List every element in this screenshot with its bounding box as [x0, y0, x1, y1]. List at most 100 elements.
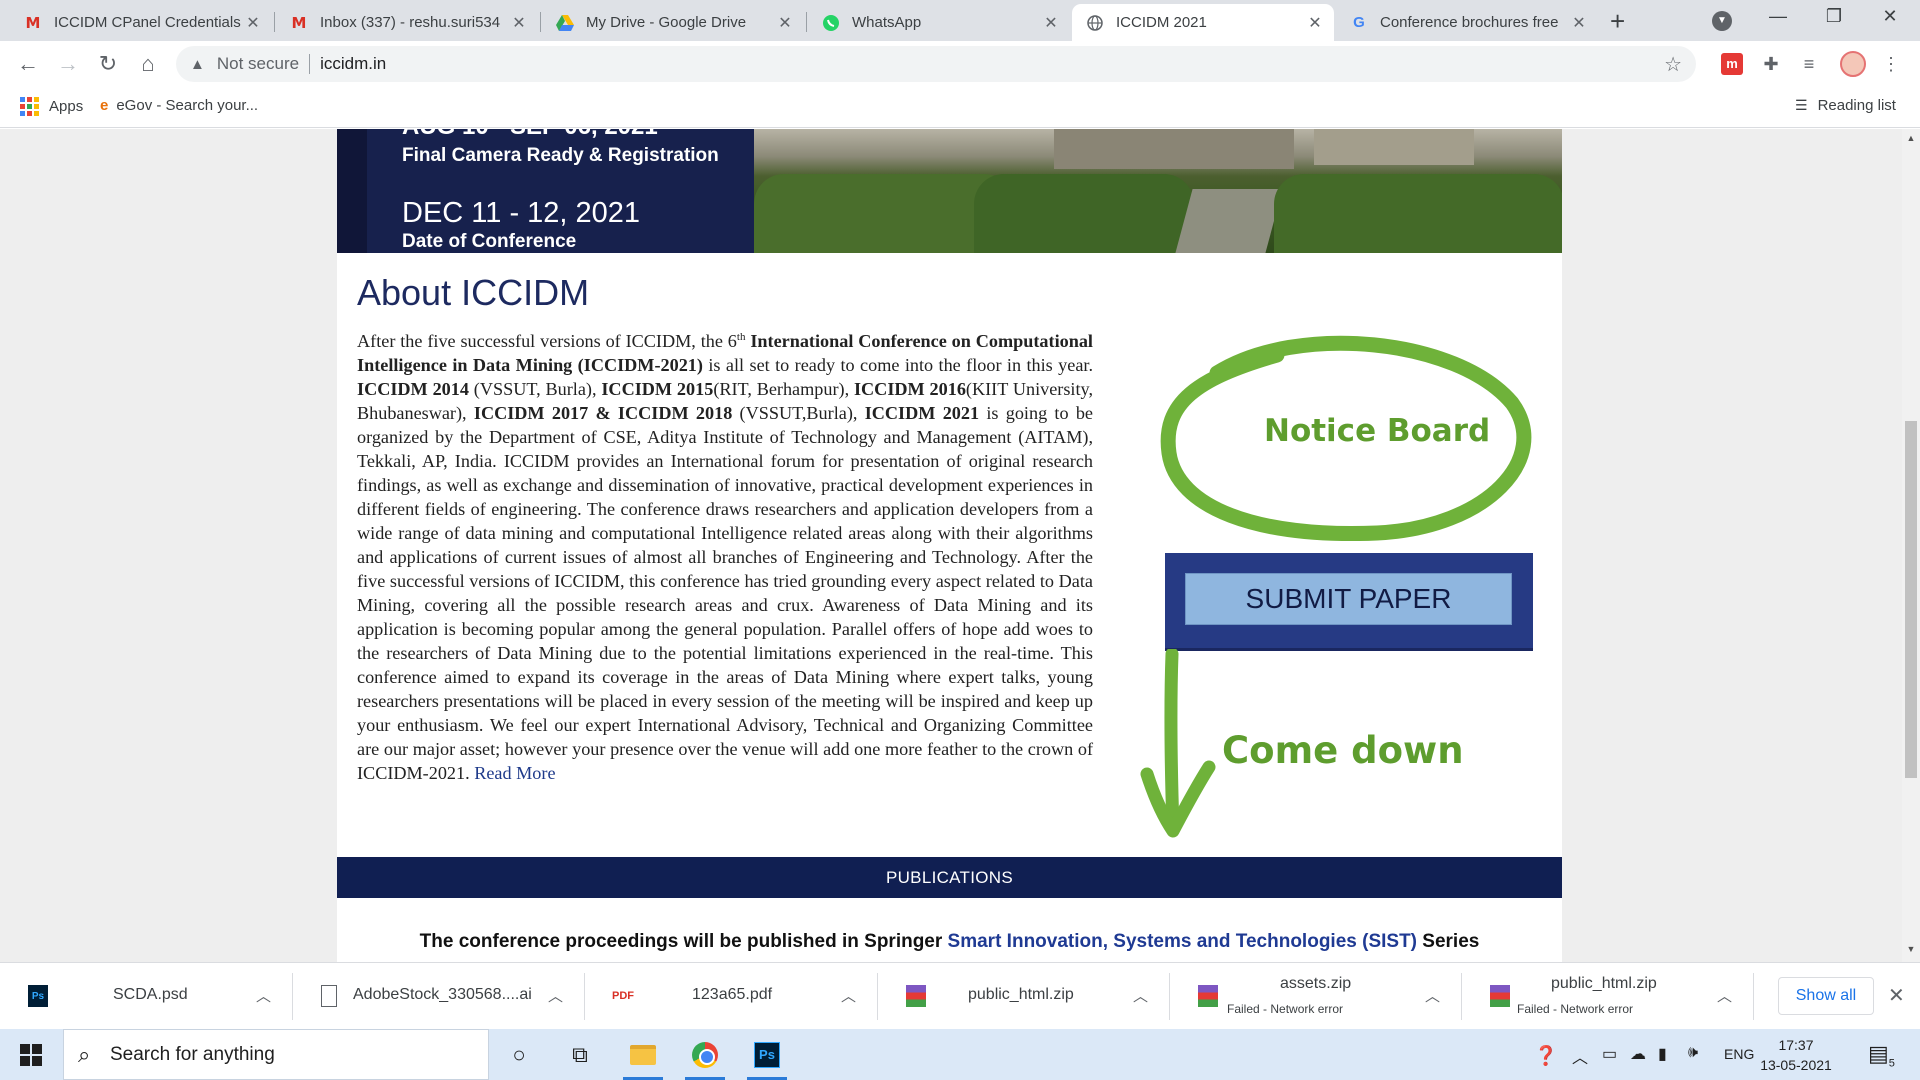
warning-icon[interactable]: ▲ — [190, 56, 205, 73]
back-icon[interactable]: ← — [14, 51, 42, 77]
archive-file-icon — [1490, 985, 1510, 1007]
close-tab-icon[interactable]: ✕ — [244, 13, 262, 33]
tab-whatsapp[interactable]: WhatsApp ✕ — [808, 4, 1070, 41]
search-placeholder: Search for anything — [110, 1043, 275, 1065]
close-tab-icon[interactable]: ✕ — [510, 13, 528, 33]
show-all-button[interactable]: Show all — [1778, 977, 1874, 1015]
download-name: public_html.zip — [968, 986, 1074, 1003]
close-tab-icon[interactable]: ✕ — [1570, 13, 1588, 33]
archive-file-icon — [1198, 985, 1218, 1007]
address-bar[interactable]: ▲ Not secure iccidm.in ☆ — [176, 46, 1696, 82]
scroll-down-icon[interactable]: ▼ — [1902, 944, 1920, 954]
tab-google-drive[interactable]: My Drive - Google Drive ✕ — [542, 4, 804, 41]
download-item-failed[interactable]: assets.zip Failed - Network error ︿ — [1170, 963, 1462, 1030]
sist-series-link[interactable]: Smart Innovation, Systems and Technologi… — [948, 931, 1417, 952]
battery-icon[interactable]: ▮ — [1658, 1044, 1667, 1064]
bookmark-egov[interactable]: e eGov - Search your... — [100, 97, 258, 114]
close-downloads-icon[interactable]: ✕ — [1888, 983, 1905, 1008]
reading-list[interactable]: ☰ Reading list — [1795, 97, 1896, 114]
tab-inbox[interactable]: M Inbox (337) - reshu.suri534 ✕ — [276, 4, 538, 41]
close-window-icon[interactable]: ✕ — [1870, 6, 1910, 27]
profile-avatar[interactable] — [1840, 51, 1866, 77]
restore-icon[interactable]: ❐ — [1814, 6, 1854, 27]
home-icon[interactable]: ⌂ — [134, 51, 162, 77]
onedrive-icon[interactable]: ☁ — [1630, 1044, 1646, 1064]
cortana-icon[interactable]: ○ — [493, 1029, 545, 1080]
taskbar-clock[interactable]: 17:37 13-05-2021 — [1756, 1035, 1836, 1075]
tab-title: ICCIDM CPanel Credentials — [54, 14, 241, 31]
windows-taskbar: ⌕ Search for anything ○ ⧉ Ps ❓ ︿ ▭ ☁ ▮ 🕪… — [0, 1029, 1920, 1080]
forward-icon[interactable]: → — [54, 51, 82, 77]
security-label[interactable]: Not secure — [217, 54, 299, 74]
media-control-icon[interactable]: ≡ — [1796, 51, 1822, 77]
volume-icon[interactable]: 🕪 — [1688, 1044, 1698, 1062]
tab-conference-brochures[interactable]: G Conference brochures free ✕ — [1336, 4, 1598, 41]
google-drive-icon — [556, 14, 574, 32]
task-view-icon[interactable]: ⧉ — [554, 1029, 606, 1080]
gmail-icon: M — [291, 13, 307, 32]
photoshop-file-icon: Ps — [28, 985, 48, 1007]
chevron-up-icon[interactable]: ︿ — [1717, 985, 1732, 1006]
extension-icon[interactable]: m — [1721, 53, 1743, 75]
bookmark-label: eGov - Search your... — [116, 97, 259, 114]
windows-start-icon[interactable] — [20, 1044, 42, 1066]
chevron-up-icon[interactable]: ︿ — [256, 985, 271, 1006]
chrome-icon[interactable] — [679, 1029, 731, 1080]
download-item[interactable]: AdobeStock_330568....ai ︿ — [293, 963, 585, 1030]
read-more-link[interactable]: Read More — [474, 763, 555, 783]
download-item-failed[interactable]: public_html.zip Failed - Network error ︿ — [1462, 963, 1754, 1030]
file-explorer-icon[interactable] — [617, 1029, 669, 1080]
help-icon[interactable]: ❓ — [1534, 1044, 1558, 1068]
download-name: AdobeStock_330568....ai — [353, 986, 532, 1003]
reading-list-label: Reading list — [1817, 97, 1896, 114]
bookmark-label: Apps — [49, 98, 84, 115]
tab-iccidm-cpanel[interactable]: M ICCIDM CPanel Credentials ✕ — [10, 4, 272, 41]
page-scrollbar[interactable]: ▲ ▼ — [1902, 129, 1920, 962]
date-item: DEC 11 - 12, 2021 — [402, 197, 641, 229]
publications-suffix: Series — [1422, 931, 1480, 952]
pdf-file-icon: PDF — [612, 990, 634, 1002]
extensions-puzzle-icon[interactable]: ✚ — [1758, 51, 1784, 77]
close-tab-icon[interactable]: ✕ — [776, 13, 794, 33]
download-item[interactable]: public_html.zip ︿ — [878, 963, 1170, 1030]
taskbar-search-input[interactable]: ⌕ Search for anything — [63, 1029, 489, 1080]
download-name: public_html.zip — [1551, 975, 1657, 992]
notice-board-label[interactable]: Notice Board — [1264, 413, 1490, 449]
tab-iccidm-2021[interactable]: ICCIDM 2021 ✕ — [1072, 4, 1334, 41]
close-tab-icon[interactable]: ✕ — [1042, 13, 1060, 33]
bookmark-apps[interactable]: Apps — [20, 97, 83, 116]
about-title: About ICCIDM — [357, 272, 590, 313]
submit-paper-panel: SUBMIT PAPER — [1165, 553, 1533, 651]
bookmark-star-icon[interactable]: ☆ — [1664, 52, 1682, 77]
scroll-up-icon[interactable]: ▲ — [1902, 133, 1920, 143]
chevron-up-icon[interactable]: ︿ — [548, 985, 563, 1006]
publications-line: The conference proceedings will be publi… — [337, 931, 1562, 953]
meet-now-icon[interactable]: ▭ — [1602, 1044, 1617, 1064]
download-item[interactable]: Ps SCDA.psd ︿ — [0, 963, 293, 1030]
tab-search-icon[interactable]: ▼ — [1712, 11, 1732, 31]
publications-bar: PUBLICATIONS — [337, 857, 1562, 898]
archive-file-icon — [906, 985, 926, 1007]
submit-paper-button[interactable]: SUBMIT PAPER — [1185, 573, 1512, 625]
scrollbar-thumb[interactable] — [1905, 421, 1917, 778]
menu-icon[interactable]: ⋮ — [1878, 51, 1904, 77]
reload-icon[interactable]: ↻ — [94, 51, 122, 77]
chevron-up-icon[interactable]: ︿ — [1425, 985, 1440, 1006]
egov-icon: e — [100, 97, 109, 114]
tray-expand-icon[interactable]: ︿ — [1572, 1044, 1588, 1068]
tab-title: Inbox (337) - reshu.suri534 — [320, 14, 501, 31]
chevron-up-icon[interactable]: ︿ — [1133, 985, 1148, 1006]
campus-photo — [754, 129, 1562, 253]
tab-title: My Drive - Google Drive — [586, 14, 747, 31]
photoshop-icon[interactable]: Ps — [741, 1029, 793, 1080]
hero-banner: AUG 10 - SEP 06, 2021 Final Camera Ready… — [337, 129, 1562, 253]
url-text[interactable]: iccidm.in — [320, 54, 386, 74]
download-item[interactable]: PDF 123a65.pdf ︿ — [585, 963, 878, 1030]
notifications-icon[interactable]: ▤5 — [1868, 1041, 1895, 1069]
minimize-icon[interactable]: — — [1758, 6, 1798, 27]
new-tab-icon[interactable]: + — [1610, 6, 1625, 37]
publications-prefix: The conference proceedings will be publi… — [419, 931, 943, 952]
chevron-up-icon[interactable]: ︿ — [841, 985, 856, 1006]
language-indicator[interactable]: ENG — [1724, 1046, 1754, 1062]
close-tab-icon[interactable]: ✕ — [1306, 13, 1324, 33]
